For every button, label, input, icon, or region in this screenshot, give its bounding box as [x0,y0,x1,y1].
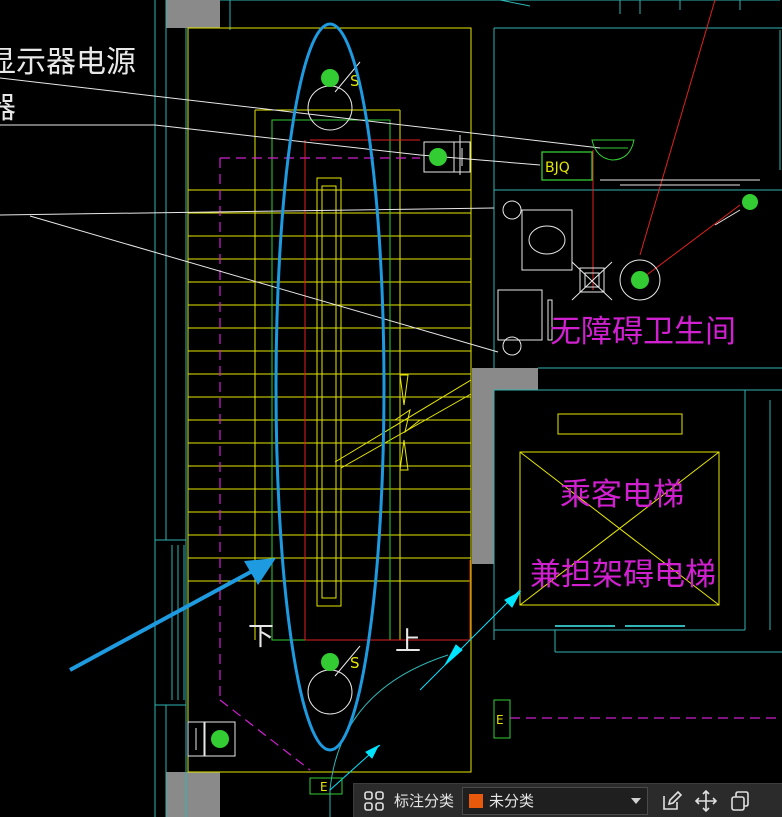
move-icon[interactable] [692,787,720,815]
label-stair-up: 上 [395,627,421,657]
e-marker-left-label: E [496,713,504,727]
edit-icon[interactable] [658,787,686,815]
annotation-arrow[interactable] [69,558,276,672]
device-box-top [423,141,471,173]
label-accessible-toilet: 无障碍卫生间 [550,314,736,350]
dashed-axis-lines [219,157,782,771]
wall-block [472,368,494,564]
annotation-ellipse[interactable] [274,22,386,752]
bjq-label: BJQ [545,160,570,176]
bell-symbol [591,139,635,161]
detector-bottom-label: S [350,654,360,672]
chevron-down-icon [631,797,642,804]
wall-block [166,772,220,817]
stair-direction-arrows [394,374,421,471]
category-color-swatch [469,793,484,808]
category-label: 标注分类 [394,793,455,810]
leader-lines [0,77,760,353]
wall-block [472,368,538,390]
grid-icon[interactable] [360,787,388,815]
copy-icon[interactable] [726,787,754,815]
annotation-toolbar: 标注分类 未分类 [353,783,782,817]
category-value: 未分类 [489,793,535,810]
access-cross-symbol [571,261,613,301]
category-select[interactable]: 未分类 [462,786,649,815]
label-passenger-elevator: 乘客电梯 [560,477,684,513]
label-accessible-elevator: 兼担架碍电梯 [530,557,716,593]
label-monitor-power: 显示器电源 [0,45,136,80]
stair-walls [154,0,782,817]
green-device-right [619,194,758,301]
wall-block [166,0,220,28]
stair-inner-lines [271,119,391,641]
label-partial-left: 器 [0,91,16,126]
cad-drawing-canvas[interactable]: S S BJQ 无障碍卫生间 乘客电梯 兼担架碍电梯 E E 下 上 显示器电源… [0,0,782,817]
device-box-bottom [187,721,236,757]
e-marker-bottom-label: E [320,780,328,794]
label-stair-down: 下 [248,622,274,652]
